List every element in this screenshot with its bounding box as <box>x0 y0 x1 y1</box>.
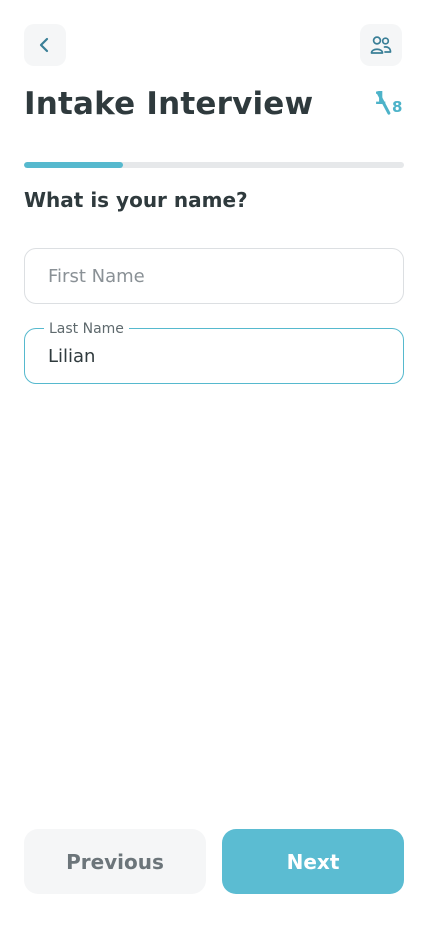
step-total: 8 <box>392 98 403 116</box>
last-name-label: Last Name <box>44 320 129 338</box>
first-name-input[interactable] <box>25 249 403 303</box>
users-button[interactable] <box>360 24 402 66</box>
last-name-field: Last Name <box>24 320 404 384</box>
next-button[interactable]: Next <box>222 829 404 894</box>
chevron-left-icon <box>39 37 49 53</box>
back-button[interactable] <box>24 24 66 66</box>
progress-bar <box>24 162 404 168</box>
progress-fill <box>24 162 123 168</box>
previous-button[interactable]: Previous <box>24 829 206 894</box>
page-title: Intake Interview <box>24 86 314 122</box>
first-name-field <box>24 248 404 304</box>
step-indicator: 1 8 <box>368 86 408 120</box>
users-icon <box>370 36 392 54</box>
question-text: What is your name? <box>24 188 248 212</box>
intake-screen: Intake Interview 1 8 What is your name? … <box>0 0 428 926</box>
